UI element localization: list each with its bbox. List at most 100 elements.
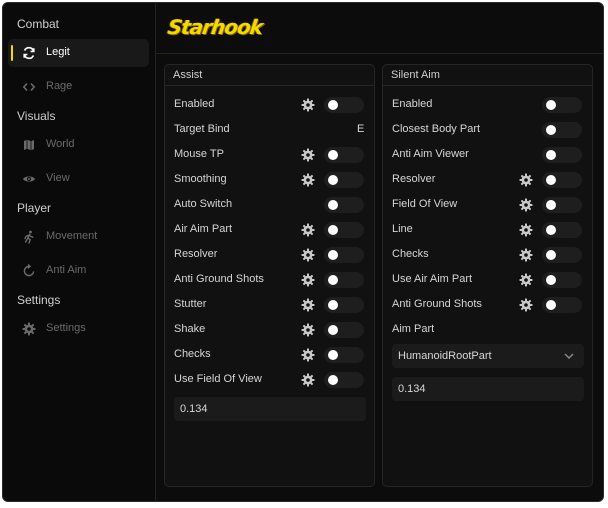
- setting-row: Use Field Of View: [165, 369, 374, 391]
- gear-icon[interactable]: [301, 248, 315, 262]
- gear-icon[interactable]: [301, 173, 315, 187]
- gear-icon[interactable]: [301, 373, 315, 387]
- setting-row: Air Aim Part: [165, 219, 374, 241]
- toggle-knob: [328, 225, 338, 235]
- toggle-switch[interactable]: [324, 222, 364, 238]
- keybind-button[interactable]: E: [357, 123, 364, 135]
- app-window: Combat Legit Rage Visuals World View Pla…: [2, 2, 604, 502]
- sidebar-item-label: World: [46, 138, 75, 150]
- row-label: Checks: [392, 248, 429, 260]
- toggle-switch[interactable]: [542, 147, 582, 163]
- gear-icon[interactable]: [301, 223, 315, 237]
- toggle-knob: [546, 175, 556, 185]
- sidebar-item-label: Rage: [46, 80, 73, 92]
- divider: [383, 85, 592, 86]
- value-field[interactable]: 0.134: [174, 397, 366, 421]
- sidebar-item-rage[interactable]: Rage: [8, 73, 149, 101]
- setting-row: Field Of View: [383, 194, 592, 216]
- code-icon: [22, 80, 36, 94]
- toggle-knob: [328, 200, 338, 210]
- toggle-switch[interactable]: [324, 147, 364, 163]
- gear-icon[interactable]: [301, 348, 315, 362]
- row-label: Target Bind: [174, 123, 230, 135]
- gear-icon[interactable]: [519, 198, 533, 212]
- sidebar-item-label: Movement: [46, 230, 98, 242]
- sidebar-item-legit[interactable]: Legit: [8, 39, 149, 67]
- setting-row: Resolver: [165, 244, 374, 266]
- toggle-knob: [546, 275, 556, 285]
- gear-icon[interactable]: [301, 323, 315, 337]
- gear-icon[interactable]: [519, 248, 533, 262]
- panel-title: Assist: [173, 69, 203, 81]
- row-label: Field Of View: [392, 198, 458, 210]
- rotate-icon: [22, 264, 36, 278]
- toggle-knob: [328, 275, 338, 285]
- toggle-knob: [546, 250, 556, 260]
- running-person-icon: [22, 230, 36, 244]
- active-indicator: [11, 45, 13, 61]
- row-label: Auto Switch: [174, 198, 233, 210]
- app-logo: Starhook: [166, 15, 265, 39]
- toggle-switch[interactable]: [324, 272, 364, 288]
- row-label: Smoothing: [174, 173, 227, 185]
- toggle-switch[interactable]: [542, 172, 582, 188]
- sidebar-item-movement[interactable]: Movement: [8, 223, 149, 251]
- toggle-switch[interactable]: [324, 347, 364, 363]
- gear-icon[interactable]: [301, 273, 315, 287]
- toggle-switch[interactable]: [324, 172, 364, 188]
- sidebar-item-anti-aim[interactable]: Anti Aim: [8, 257, 149, 285]
- row-label: Anti Ground Shots: [174, 273, 264, 285]
- toggle-switch[interactable]: [542, 197, 582, 213]
- toggle-switch[interactable]: [324, 97, 364, 113]
- setting-row: Use Air Aim Part: [383, 269, 592, 291]
- assist-panel: Assist Enabled Target Bind E Mouse TP Smooth…: [164, 64, 375, 487]
- value-field-text: 0.134: [398, 383, 426, 395]
- row-label: Anti Ground Shots: [392, 298, 482, 310]
- gear-icon[interactable]: [519, 298, 533, 312]
- toggle-knob: [328, 150, 338, 160]
- gear-icon[interactable]: [519, 273, 533, 287]
- sidebar: Combat Legit Rage Visuals World View Pla…: [3, 3, 156, 501]
- silent-aim-panel: Silent Aim Enabled Closest Body Part Anti …: [382, 64, 593, 487]
- toggle-switch[interactable]: [542, 222, 582, 238]
- section-title-player: Player: [17, 201, 52, 215]
- toggle-knob: [546, 300, 556, 310]
- sidebar-item-settings[interactable]: Settings: [8, 315, 149, 343]
- row-label: Enabled: [392, 98, 433, 110]
- sidebar-item-view[interactable]: View: [8, 165, 149, 193]
- row-label: Enabled: [174, 98, 215, 110]
- aim-part-dropdown[interactable]: HumanoidRootPart: [392, 344, 584, 368]
- setting-row: Resolver: [383, 169, 592, 191]
- row-label: Shake: [174, 323, 206, 335]
- gear-icon[interactable]: [301, 148, 315, 162]
- sidebar-item-label: Anti Aim: [46, 264, 87, 276]
- row-label: Resolver: [174, 248, 218, 260]
- setting-row: Anti Ground Shots: [383, 294, 592, 316]
- toggle-knob: [328, 250, 338, 260]
- toggle-switch[interactable]: [324, 197, 364, 213]
- toggle-switch[interactable]: [542, 97, 582, 113]
- gear-icon[interactable]: [301, 298, 315, 312]
- toggle-switch[interactable]: [324, 247, 364, 263]
- toggle-switch[interactable]: [542, 272, 582, 288]
- section-title-combat: Combat: [17, 17, 60, 31]
- toggle-switch[interactable]: [324, 322, 364, 338]
- gear-icon[interactable]: [519, 173, 533, 187]
- toggle-knob: [546, 125, 556, 135]
- eye-icon: [22, 172, 36, 186]
- toggle-switch[interactable]: [542, 297, 582, 313]
- toggle-switch[interactable]: [324, 372, 364, 388]
- toggle-switch[interactable]: [542, 122, 582, 138]
- row-label: Line: [392, 223, 413, 235]
- toggle-switch[interactable]: [324, 297, 364, 313]
- gear-icon[interactable]: [301, 98, 315, 112]
- value-field[interactable]: 0.134: [392, 377, 584, 401]
- row-label: Air Aim Part: [174, 223, 233, 235]
- row-label: Use Field Of View: [174, 373, 262, 385]
- setting-row: Smoothing: [165, 169, 374, 191]
- gear-icon[interactable]: [519, 223, 533, 237]
- toggle-switch[interactable]: [542, 247, 582, 263]
- toggle-knob: [546, 200, 556, 210]
- sidebar-item-world[interactable]: World: [8, 131, 149, 159]
- map-icon: [22, 138, 36, 152]
